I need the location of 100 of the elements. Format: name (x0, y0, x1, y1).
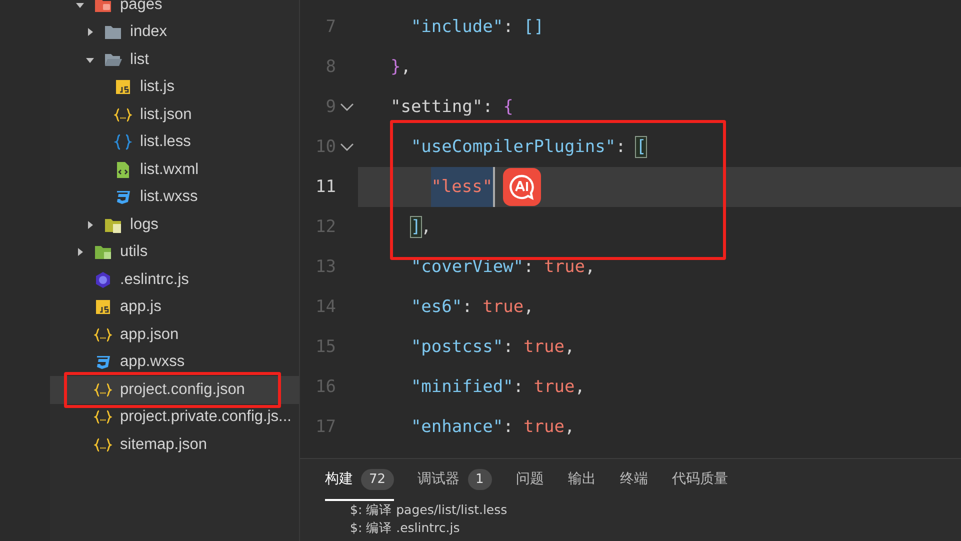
file-name: list.less (140, 133, 191, 152)
code-token: , (584, 257, 596, 277)
hexagon-icon (94, 270, 112, 289)
tab-label: 终端 (620, 470, 648, 488)
code-token: : (513, 377, 525, 397)
code-token: [] (524, 17, 544, 37)
file-name: list.json (140, 106, 192, 124)
folder-icon (94, 0, 112, 14)
braces-icon (94, 436, 112, 454)
file-name: list.js (140, 78, 174, 96)
braces-icon (114, 106, 132, 124)
code-token: [ (636, 137, 646, 157)
css-icon (94, 353, 112, 372)
count-badge: 1 (468, 468, 492, 490)
file-tree-item[interactable]: pages (50, 0, 299, 18)
file-tree-item[interactable]: .eslintrc.js (50, 266, 299, 294)
code-token: "es6" (410, 297, 462, 317)
file-tree-item[interactable]: app.wxss (50, 348, 299, 376)
file-name: list.wxss (140, 188, 198, 206)
tab-label: 构建 (325, 470, 353, 488)
code-token: , (421, 217, 432, 237)
panel-tab[interactable]: 构建 72 (325, 459, 394, 501)
code-token: "minified" (410, 377, 514, 397)
file-name: index (130, 23, 168, 42)
code-token: , (574, 377, 585, 397)
panel-tab[interactable]: 问题 (516, 459, 544, 501)
ai-chat-icon (508, 174, 535, 200)
file-tree-item[interactable]: list (50, 46, 299, 74)
file-tree-item[interactable]: logs (50, 211, 299, 238)
code-token: "include" (410, 17, 504, 37)
file-name: pages (120, 0, 162, 14)
file-tree-item[interactable]: list.less (50, 128, 299, 156)
file-tree-item[interactable]: sitemap.json (50, 431, 299, 458)
chevron-icon[interactable] (85, 27, 95, 38)
code-token: true (524, 337, 564, 357)
code-token: { (503, 97, 514, 117)
js-file-icon (114, 78, 132, 96)
code-token: : (503, 417, 514, 437)
code-token: true (482, 297, 524, 317)
tab-label: 代码质量 (672, 470, 728, 488)
code-file-icon (114, 160, 132, 179)
file-tree-item[interactable]: list.js (50, 74, 299, 101)
file-name: logs (130, 216, 158, 234)
code-token: true (544, 257, 585, 277)
code-token: } (389, 57, 401, 77)
tab-label: 调试器 (418, 470, 460, 488)
panel-tab[interactable]: 输出 (568, 459, 596, 501)
braces-icon (94, 326, 112, 344)
file-name: app.js (120, 298, 162, 316)
file-name: utils (120, 243, 148, 262)
file-tree-item[interactable]: index (50, 18, 299, 46)
file-name: app.wxss (120, 353, 185, 372)
code-token: : (503, 337, 514, 357)
code-token: , (564, 337, 575, 357)
code-token: : (462, 297, 474, 317)
count-badge: 72 (361, 468, 394, 490)
tab-label: 输出 (568, 470, 596, 488)
css-icon (114, 188, 132, 206)
chevron-icon[interactable] (75, 247, 85, 258)
panel-tab[interactable]: 终端 (620, 459, 648, 501)
chevron-icon[interactable] (75, 0, 85, 10)
file-tree-item[interactable]: utils (50, 238, 299, 266)
output-line: $: 编译 .eslintrc.js (349, 519, 461, 537)
code-token: : (503, 17, 514, 37)
braces-icon (94, 380, 112, 399)
file-tree-item[interactable]: list.wxss (50, 184, 299, 211)
output-line: $: 编译 pages/list/list.less (349, 501, 508, 519)
code-token: "less" (431, 167, 495, 207)
code-token: , (564, 417, 575, 437)
code-token: "useCompilerPlugins" (410, 137, 616, 157)
fold-chevron-icon[interactable] (340, 142, 354, 152)
file-tree-item[interactable]: list.json (50, 101, 299, 128)
code-token: ] (410, 217, 422, 237)
code-token: , (400, 57, 411, 77)
file-name: sitemap.json (120, 436, 208, 454)
fold-chevron-icon[interactable] (340, 102, 354, 112)
line-number: 11 (314, 177, 336, 197)
panel-tab[interactable]: 代码质量 (672, 459, 728, 501)
code-token: true (534, 377, 575, 397)
code-token: : (616, 137, 627, 157)
file-tree-item[interactable]: list.wxml (50, 156, 299, 184)
file-name: app.json (120, 326, 179, 344)
code-token: "setting" (389, 97, 483, 117)
file-name: project.config.json (120, 380, 245, 399)
code-token: "enhance" (410, 417, 504, 437)
ai-assistant-button[interactable] (502, 168, 541, 206)
tab-label: 问题 (516, 470, 544, 488)
panel-tab[interactable]: 调试器 1 (418, 459, 492, 501)
braces-icon (114, 133, 132, 152)
chevron-icon[interactable] (85, 220, 95, 230)
braces-icon (94, 408, 112, 426)
file-name: project.private.config.js... (120, 408, 292, 426)
file-name: list (130, 50, 149, 69)
file-tree-item[interactable]: project.private.config.js... (50, 404, 299, 431)
code-token: : (482, 97, 494, 117)
code-token: , (524, 297, 534, 317)
folder-icon (104, 23, 122, 42)
file-tree-item[interactable]: app.js (50, 294, 299, 321)
file-tree-item[interactable]: app.json (50, 321, 299, 348)
js-file-icon (94, 298, 112, 316)
